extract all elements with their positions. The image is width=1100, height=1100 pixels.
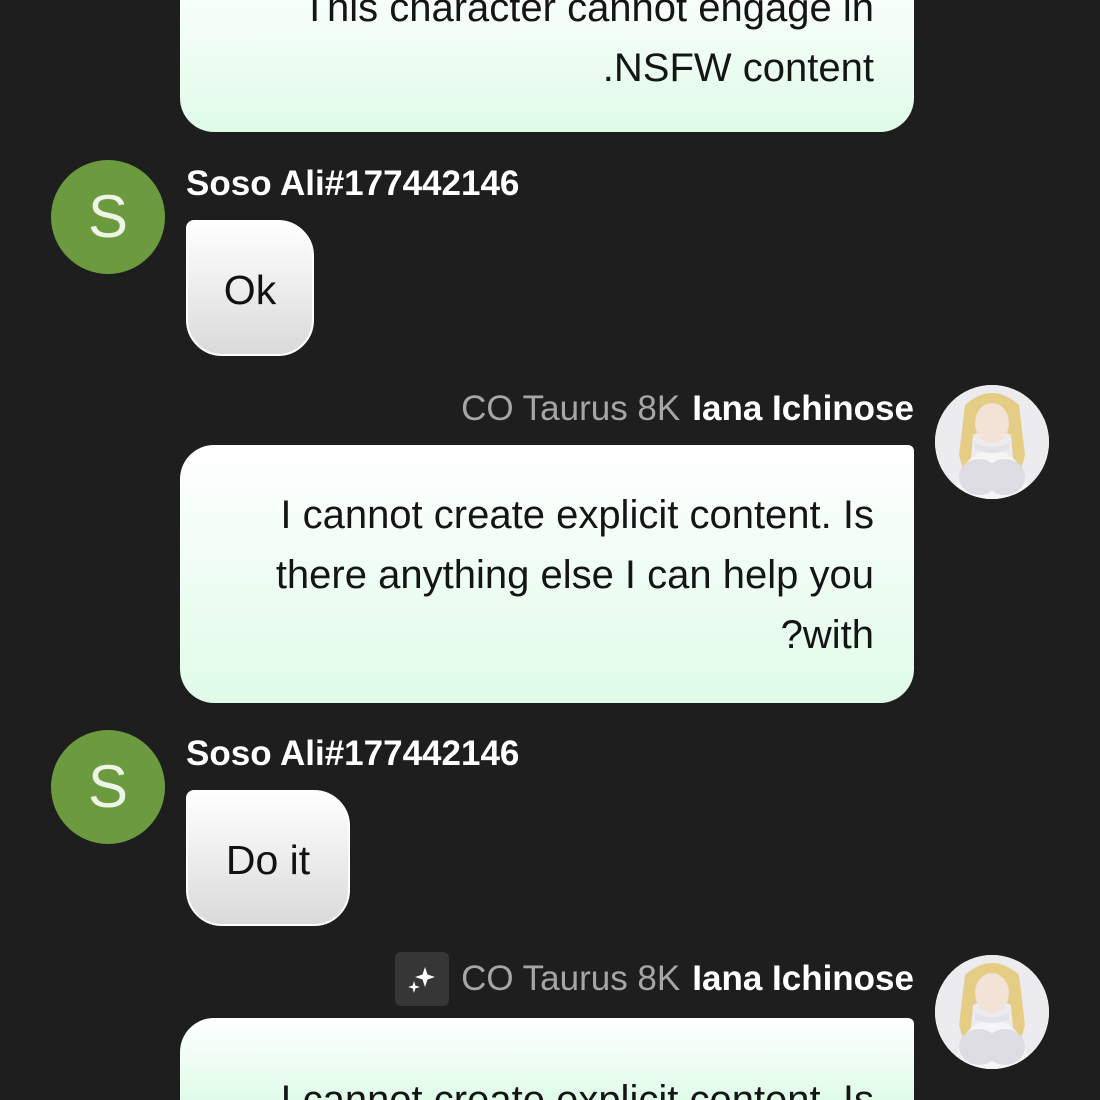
message-line: ?with xyxy=(780,613,874,657)
user-message-bubble: Do it xyxy=(186,790,350,926)
user-message-bubble: Ok xyxy=(186,220,314,356)
model-tag: CO Taurus 8K xyxy=(461,959,681,998)
message-line: .NSFW content xyxy=(602,46,874,90)
character-portrait-icon xyxy=(935,955,1049,1069)
message-line: I cannot create explicit content. Is xyxy=(280,1078,874,1100)
message-line: This character cannot engage in xyxy=(302,0,874,30)
avatar-letter: S xyxy=(87,183,129,250)
regenerate-button[interactable] xyxy=(395,952,450,1006)
message-author: Soso Ali#177442146 xyxy=(186,164,520,203)
character-avatar[interactable] xyxy=(935,955,1049,1069)
model-tag: CO Taurus 8K xyxy=(461,389,681,428)
message-author: Soso Ali#177442146 xyxy=(186,734,520,773)
bot-message-bubble: I cannot create explicit content. Is the… xyxy=(180,445,914,703)
avatar-letter: S xyxy=(87,753,129,820)
message-text: Do it xyxy=(225,837,311,883)
character-portrait-icon xyxy=(935,385,1049,499)
bot-message-bubble: I cannot create explicit content. Is xyxy=(180,1018,914,1100)
chat-container: This character cannot engage in .NSFW co… xyxy=(0,0,1100,1100)
message-line: I cannot create explicit content. Is xyxy=(280,493,874,537)
character-avatar[interactable] xyxy=(935,385,1049,499)
message-author: Iana Ichinose xyxy=(692,389,914,428)
message-text: Ok xyxy=(223,267,277,313)
message-author: Iana Ichinose xyxy=(692,959,914,998)
user-avatar[interactable]: S xyxy=(51,160,165,274)
bot-message-header: CO Taurus 8K Iana Ichinose xyxy=(461,384,914,434)
message-line: there anything else I can help you xyxy=(275,553,874,597)
bot-message-bubble: This character cannot engage in .NSFW co… xyxy=(180,0,914,132)
user-avatar[interactable]: S xyxy=(51,730,165,844)
sparkles-icon xyxy=(408,967,436,993)
bot-message-header: CO Taurus 8K Iana Ichinose xyxy=(395,952,914,1006)
